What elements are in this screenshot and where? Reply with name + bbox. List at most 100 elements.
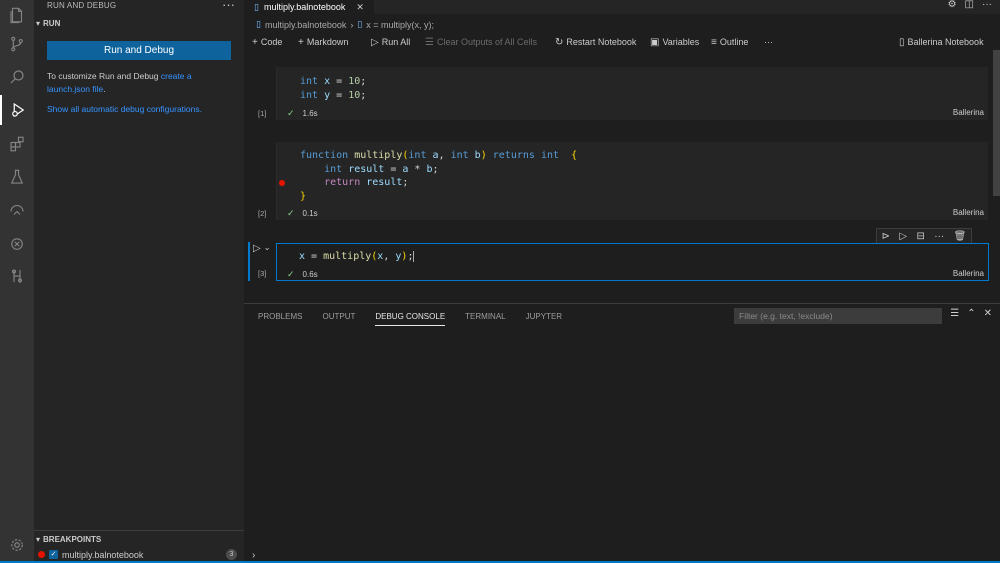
run-above-icon[interactable]: ⊳	[882, 231, 890, 242]
manage-gear-icon[interactable]	[0, 530, 34, 560]
add-code-cell-button[interactable]: + Code	[252, 34, 282, 50]
show-all-configurations-link[interactable]: Show all automatic debug configurations.	[47, 104, 202, 114]
run-debug-sidebar: RUN AND DEBUG ··· ▾ RUN Run and Debug To…	[34, 0, 244, 563]
breakpoint-file-item[interactable]: ✓ multiply.balnotebook 3	[38, 548, 242, 561]
tab-problems[interactable]: PROBLEMS	[258, 312, 302, 326]
tab-output[interactable]: OUTPUT	[322, 312, 355, 326]
extensions-icon[interactable]	[0, 129, 34, 159]
split-cell-icon[interactable]: ⊟	[916, 231, 924, 242]
clear-all-icon: ☰	[425, 36, 434, 48]
close-icon[interactable]: ✕	[356, 2, 364, 13]
variables-icon: ▣	[650, 36, 660, 48]
notebook-file-icon: ▯	[254, 1, 259, 12]
cell-3-status: ✓ 0.6s	[287, 269, 318, 280]
success-check-icon: ✓	[287, 269, 295, 279]
tab-label: multiply.balnotebook	[263, 2, 346, 12]
breakpoint-dot-icon	[38, 551, 45, 558]
delete-cell-icon[interactable]: 🗑	[954, 231, 967, 242]
notebook-toolbar: + Code + Markdown ▷ Run All ☰ Clear Outp…	[244, 34, 1000, 50]
run-section-label: RUN	[43, 19, 61, 28]
run-section-header[interactable]: ▾ RUN	[36, 19, 60, 28]
breakpoints-section-header[interactable]: ▾ BREAKPOINTS	[34, 530, 244, 547]
clear-outputs-button[interactable]: ☰ Clear Outputs of All Cells	[425, 34, 537, 50]
breadcrumb-separator: ›	[350, 19, 354, 30]
cell-3-run-controls: ▷ ⌄	[253, 243, 270, 254]
settings-gear-icon[interactable]: ⚙	[948, 0, 957, 10]
notebook-cell-2[interactable]: function multiply(int a, int b) returns …	[276, 142, 988, 220]
cell-3-language[interactable]: Ballerina	[953, 269, 984, 278]
success-check-icon: ✓	[287, 108, 295, 118]
panel-actions: ☰ ⌃ ✕	[950, 308, 992, 319]
run-all-button[interactable]: ▷ Run All	[371, 34, 410, 50]
split-editor-icon[interactable]: ◫	[965, 0, 974, 10]
chevron-down-icon: ▾	[36, 534, 41, 544]
maximize-panel-icon[interactable]: ⌃	[967, 308, 975, 319]
choreo-icon[interactable]	[0, 261, 34, 291]
toolbar-more-button[interactable]: ···	[764, 34, 773, 50]
breadcrumb: ▯ multiply.balnotebook › ▯ x = multiply(…	[256, 19, 434, 30]
outline-icon: ≡	[711, 36, 717, 48]
customize-text: To customize Run and Debug create a laun…	[47, 70, 217, 96]
cell-2-status: ✓ 0.1s	[287, 208, 318, 219]
breakpoint-dot-icon[interactable]	[279, 180, 285, 186]
success-check-icon: ✓	[287, 208, 295, 218]
console-prompt-icon[interactable]: ›	[252, 550, 255, 561]
cell-3-time: 0.6s	[302, 270, 318, 279]
tab-debug-console[interactable]: DEBUG CONSOLE	[375, 312, 446, 326]
run-debug-icon[interactable]	[0, 95, 34, 125]
kernel-label: Ballerina Notebook	[907, 37, 984, 47]
clear-console-icon[interactable]: ☰	[950, 308, 959, 319]
ballerina-icon[interactable]	[0, 229, 34, 259]
bottom-panel: PROBLEMS OUTPUT DEBUG CONSOLE TERMINAL J…	[244, 303, 1000, 563]
run-all-icon: ▷	[371, 36, 379, 48]
customize-text-end: .	[103, 84, 106, 94]
cell-1-time: 1.6s	[302, 109, 318, 118]
editor-scrollbar[interactable]	[993, 50, 1000, 196]
outline-button[interactable]: ≡ Outline	[711, 34, 748, 50]
explorer-icon[interactable]	[0, 0, 34, 30]
breadcrumb-file[interactable]: multiply.balnotebook	[265, 20, 346, 30]
breakpoint-count-badge: 3	[226, 549, 237, 560]
tab-jupyter[interactable]: JUPYTER	[526, 312, 562, 326]
variables-button[interactable]: ▣ Variables	[650, 34, 699, 50]
notebook-cell-3[interactable]: x = multiply(x, y); ✓ 0.6s Ballerina	[276, 243, 989, 281]
more-actions-icon[interactable]: ···	[222, 0, 235, 12]
restart-label: Restart Notebook	[566, 37, 637, 47]
add-markdown-label: Markdown	[306, 37, 349, 47]
cell-3-code[interactable]: x = multiply(x, y);	[299, 250, 415, 264]
kernel-icon: ▯	[899, 36, 905, 48]
add-code-label: Code	[260, 37, 283, 47]
notebook-cell-1[interactable]: int x = 10; int y = 10; ✓ 1.6s Ballerina	[276, 67, 988, 120]
debug-console-filter-input[interactable]: Filter (e.g. text, !exclude)	[734, 308, 942, 324]
run-cell-icon[interactable]: ▷	[253, 243, 261, 254]
breakpoint-checkbox[interactable]: ✓	[49, 550, 58, 559]
more-actions-icon[interactable]: ···	[982, 0, 992, 10]
add-markdown-cell-button[interactable]: + Markdown	[298, 34, 348, 50]
run-and-debug-button[interactable]: Run and Debug	[47, 41, 231, 60]
cell-1-status: ✓ 1.6s	[287, 108, 318, 119]
tab-bar: ▯ multiply.balnotebook ✕ ⚙ ◫ ···	[244, 0, 1000, 14]
outline-label: Outline	[719, 37, 749, 47]
cell-2-language[interactable]: Ballerina	[953, 208, 984, 217]
restart-notebook-button[interactable]: ↻ Restart Notebook	[555, 34, 636, 50]
tab-terminal[interactable]: TERMINAL	[465, 312, 505, 326]
more-actions-icon[interactable]: ···	[934, 231, 944, 242]
kernel-picker[interactable]: ▯ Ballerina Notebook	[899, 34, 984, 50]
chevron-down-icon[interactable]: ⌄	[264, 243, 271, 254]
customize-text-lead: To customize Run and Debug	[47, 71, 161, 81]
cell-1-code[interactable]: int x = 10; int y = 10;	[300, 75, 366, 102]
editor-actions: ⚙ ◫ ···	[948, 0, 992, 10]
source-control-icon[interactable]	[0, 29, 34, 59]
cell-1-execution-count: [1]	[258, 109, 267, 118]
run-below-icon[interactable]: ▷	[899, 231, 907, 242]
tab-multiply-notebook[interactable]: ▯ multiply.balnotebook ✕	[244, 0, 374, 14]
search-icon[interactable]	[0, 62, 34, 92]
remote-icon[interactable]	[0, 195, 34, 225]
cell-3-execution-count: [3]	[258, 269, 267, 278]
testing-icon[interactable]	[0, 162, 34, 192]
cell-2-code[interactable]: function multiply(int a, int b) returns …	[300, 149, 577, 203]
close-icon[interactable]: ✕	[984, 308, 992, 319]
breadcrumb-cell[interactable]: x = multiply(x, y);	[366, 20, 434, 30]
cell-1-language[interactable]: Ballerina	[953, 108, 984, 117]
breakpoints-label: BREAKPOINTS	[43, 534, 102, 544]
